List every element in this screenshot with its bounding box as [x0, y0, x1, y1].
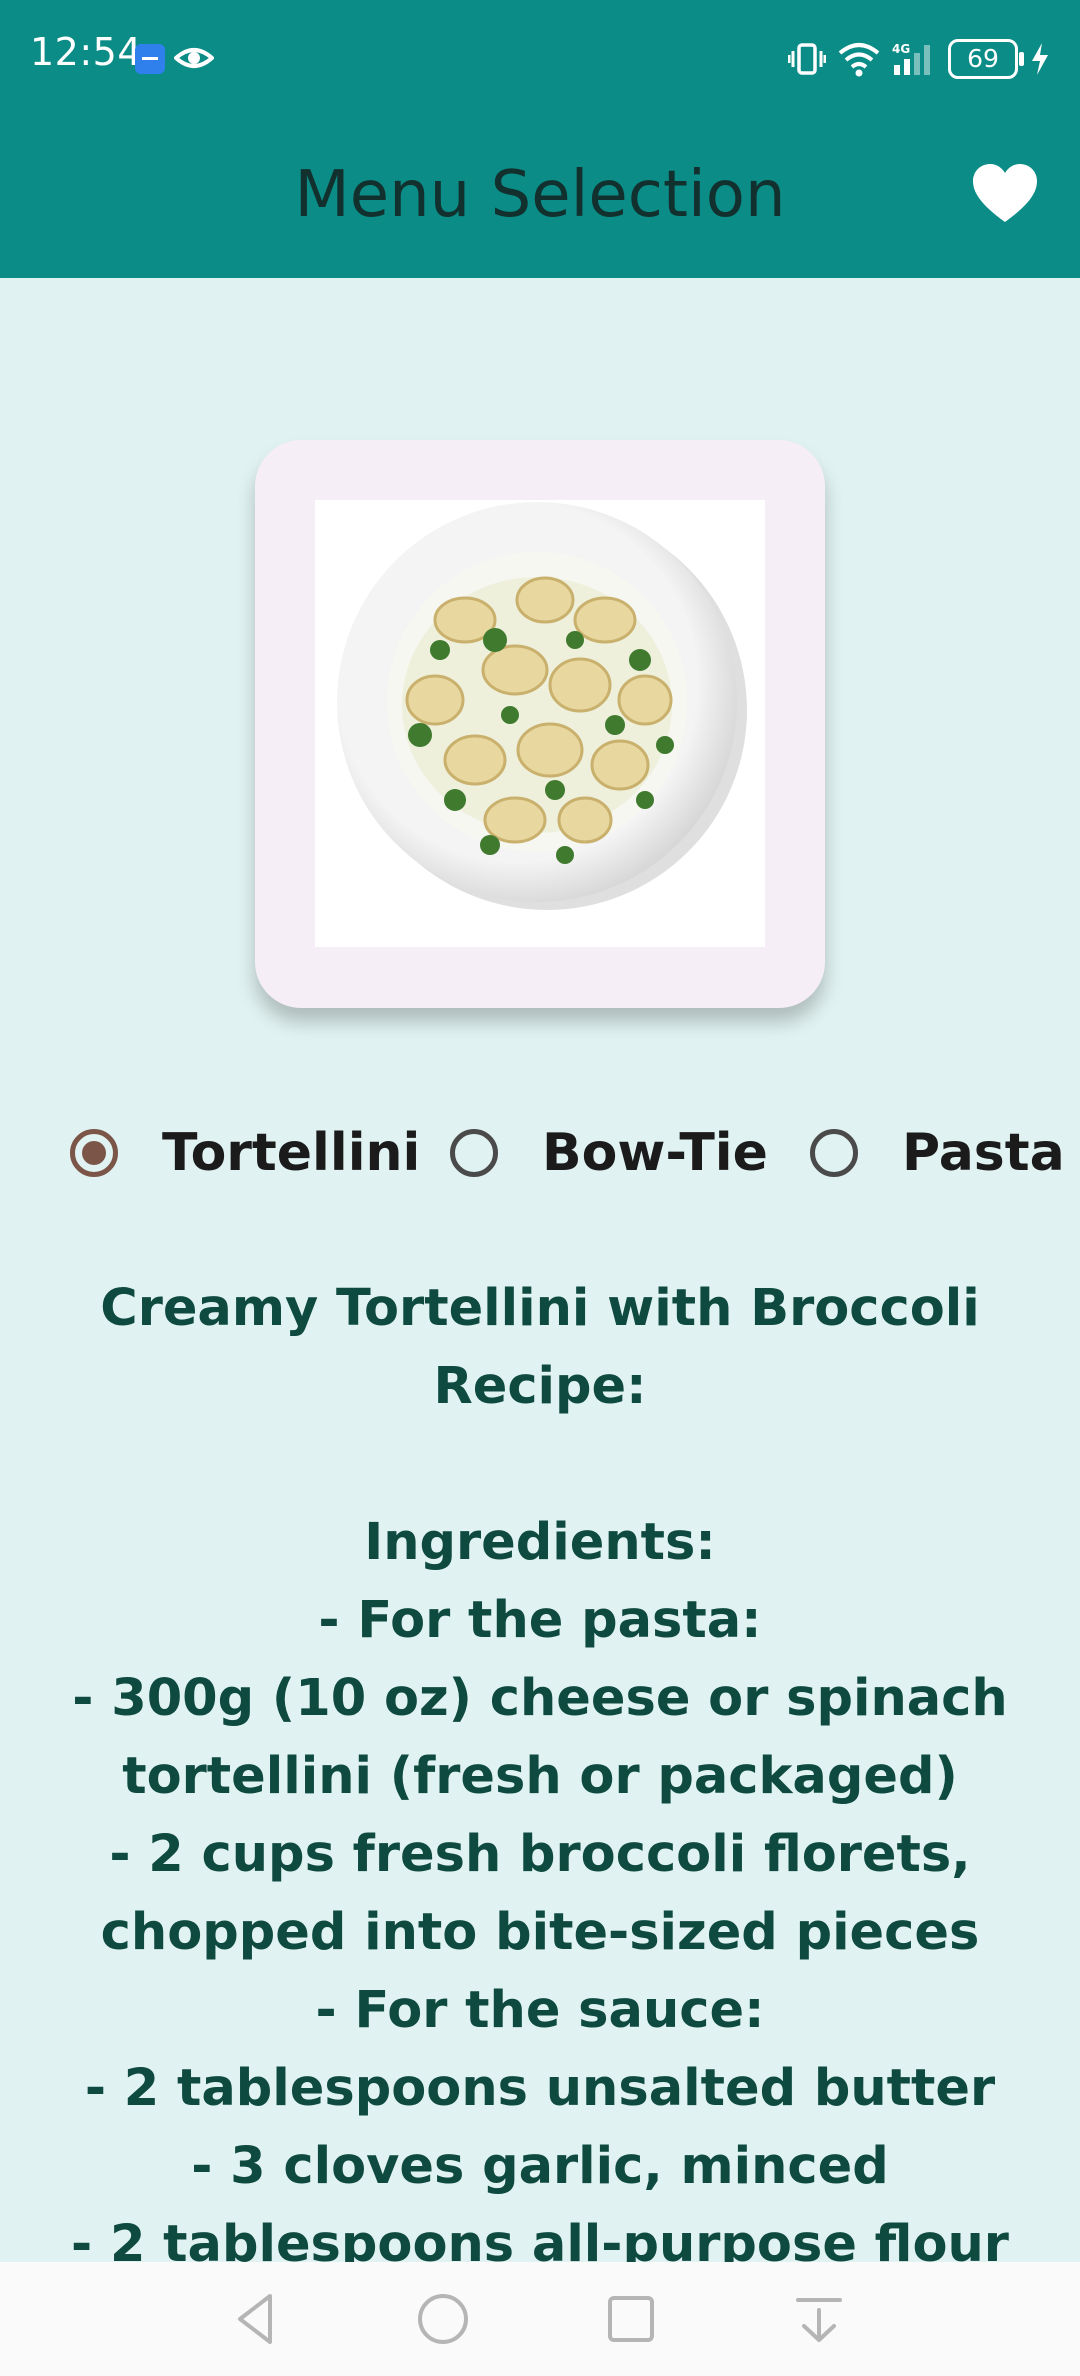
recipe-line: - 300g (10 oz) cheese or spinach tortell… [72, 1669, 1008, 1806]
home-icon[interactable] [408, 2284, 478, 2354]
status-icons: 4G 69 [788, 34, 1050, 84]
battery-level: 69 [967, 44, 999, 73]
recipe-line: - For the pasta: [318, 1591, 762, 1650]
recipe-line: - For the sauce: [315, 1981, 765, 2040]
svg-text:4G: 4G [892, 42, 910, 56]
radio-unchecked-icon[interactable] [450, 1129, 498, 1177]
radio-checked-icon[interactable] [70, 1129, 118, 1177]
option-label: Bow-Tie [542, 1123, 768, 1183]
recipe-line: - 2 tablespoons unsalted butter [84, 2059, 996, 2118]
wifi-icon [838, 43, 880, 77]
charging-icon [1032, 43, 1048, 75]
recents-icon[interactable] [596, 2284, 666, 2354]
recipe-title: Creamy Tortellini with Broccoli Recipe: [100, 1279, 980, 1416]
vibrate-icon [788, 43, 826, 75]
heart-icon[interactable] [970, 160, 1040, 230]
tortellini-plate-illustration [337, 502, 747, 910]
eye-icon [174, 48, 214, 68]
page-title: Menu Selection [294, 158, 786, 232]
recipe-line: - 3 cloves garlic, minced [191, 2137, 889, 2196]
recipe-blank-line [60, 1426, 1020, 1504]
app-bar: Menu Selection [0, 120, 1080, 278]
option-tortellini[interactable]: Tortellini [70, 1108, 420, 1198]
dropdown-icon[interactable] [784, 2284, 854, 2354]
usb-icon [135, 44, 165, 74]
option-pasta[interactable]: Pasta [810, 1108, 1065, 1198]
radio-unchecked-icon[interactable] [810, 1129, 858, 1177]
recipe-line: - 2 cups fresh broccoli florets, chopped… [100, 1825, 980, 1962]
battery-icon: 69 [948, 39, 1024, 79]
option-label: Pasta [902, 1123, 1065, 1183]
status-time: 12:54 [30, 30, 143, 74]
status-bar: 12:54 4G 69 [0, 0, 1080, 120]
dish-image-card [255, 440, 825, 1008]
recipe-line: Ingredients: [364, 1513, 716, 1572]
back-icon[interactable] [222, 2284, 292, 2354]
navigation-bar [0, 2262, 1080, 2376]
recipe-text: Creamy Tortellini with Broccoli Recipe: … [60, 1270, 1020, 2284]
option-bow-tie[interactable]: Bow-Tie [450, 1108, 768, 1198]
dish-image [315, 500, 765, 947]
signal-4g-icon: 4G [892, 42, 930, 75]
menu-options: Tortellini Bow-Tie Pasta [0, 1108, 1080, 1198]
option-label: Tortellini [162, 1123, 421, 1183]
